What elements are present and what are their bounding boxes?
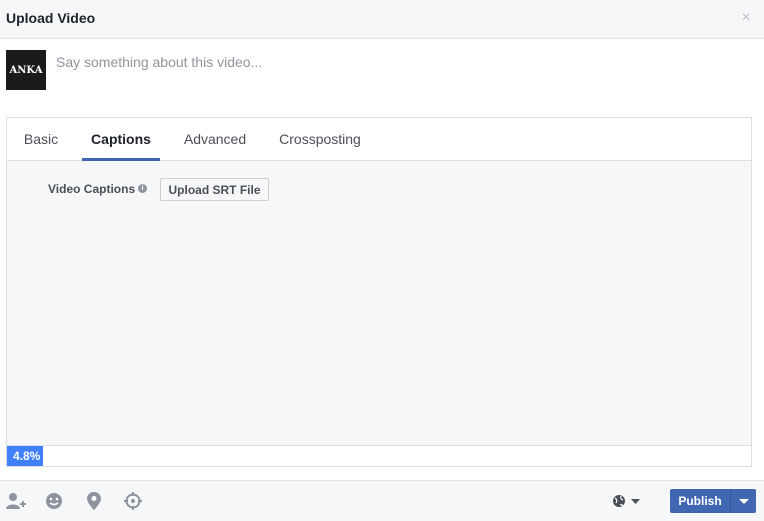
tab-crossposting[interactable]: Crossposting — [278, 118, 362, 161]
composer: ANKA — [0, 39, 764, 117]
dialog-footer: Publish — [0, 480, 764, 521]
upload-progress-bar: 4.8% — [6, 446, 752, 467]
status-input[interactable] — [56, 51, 746, 73]
close-icon[interactable]: × — [739, 10, 753, 26]
info-icon[interactable]: i — [138, 184, 147, 193]
publish-options-button[interactable] — [730, 489, 756, 513]
tab-basic[interactable]: Basic — [23, 118, 59, 161]
tag-friends-icon[interactable] — [6, 492, 26, 510]
privacy-selector[interactable] — [612, 493, 642, 509]
crosshair-icon[interactable] — [124, 492, 142, 510]
tab-bar: Basic Captions Advanced Crossposting — [7, 118, 751, 161]
feeling-icon[interactable] — [45, 492, 63, 510]
progress-text: 4.8% — [13, 449, 41, 463]
location-icon[interactable] — [86, 492, 104, 510]
publish-button[interactable]: Publish — [670, 489, 730, 513]
tab-captions[interactable]: Captions — [82, 118, 160, 161]
chevron-down-icon — [739, 499, 749, 504]
dialog-title: Upload Video — [6, 10, 96, 26]
avatar: ANKA — [6, 50, 46, 90]
video-captions-label: Video Captions — [48, 182, 136, 196]
dialog-header: Upload Video × — [0, 0, 764, 39]
settings-panel: Basic Captions Advanced Crossposting Vid… — [6, 117, 752, 446]
upload-srt-button[interactable]: Upload SRT File — [160, 178, 269, 201]
globe-icon — [613, 495, 640, 507]
tab-advanced[interactable]: Advanced — [183, 118, 247, 161]
